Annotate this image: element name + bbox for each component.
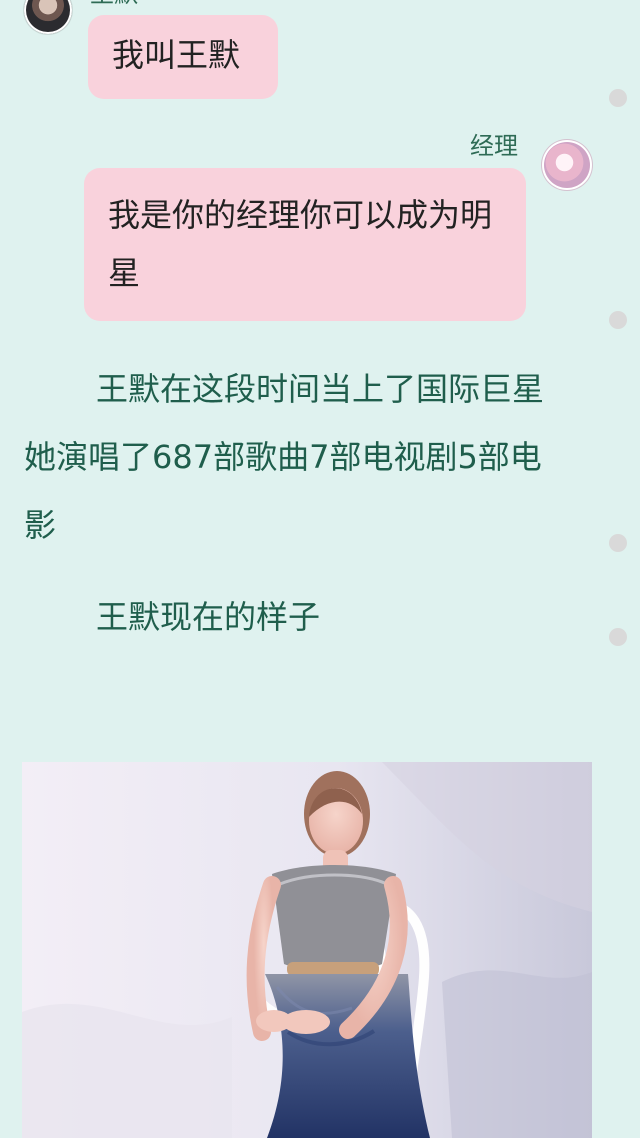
scroll-indicator-dot — [609, 89, 627, 107]
left-sender-name: 王默 — [90, 0, 138, 8]
story-paragraph-2: 王默现在的样子 — [96, 598, 321, 636]
right-sender-name: 经理 — [470, 132, 518, 160]
left-avatar[interactable] — [24, 0, 72, 34]
right-message-text: 我是你的经理你可以成为明星 — [108, 196, 493, 292]
scroll-indicator-dot — [609, 534, 627, 552]
right-message-bubble[interactable]: 我是你的经理你可以成为明星 — [84, 168, 526, 321]
scroll-indicator-dot — [609, 311, 627, 329]
chat-story-page: 王默 我叫王默 经理 我是你的经理你可以成为明星 王默在这段时间当上了国际巨星她… — [0, 0, 640, 1138]
right-avatar[interactable] — [542, 140, 592, 190]
story-paragraph-1: 王默在这段时间当上了国际巨星她演唱了687部歌曲7部电视剧5部电影 — [24, 370, 545, 544]
left-message-text: 我叫王默 — [112, 36, 241, 74]
scroll-indicator-dot — [609, 628, 627, 646]
portrait-photo-art — [22, 762, 592, 1138]
portrait-photo[interactable] — [22, 762, 592, 1138]
left-message-bubble[interactable]: 我叫王默 — [88, 15, 278, 99]
